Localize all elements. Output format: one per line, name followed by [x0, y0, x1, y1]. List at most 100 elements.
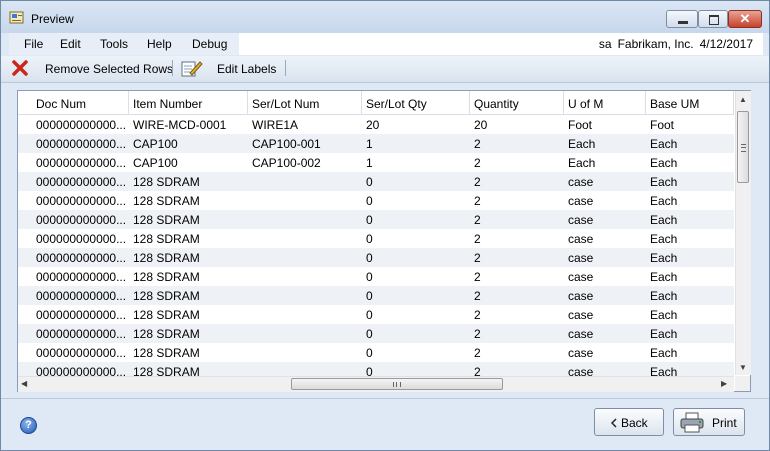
cell-ser-lot-qty: 1: [366, 137, 373, 151]
table-row[interactable]: 000000000000... 128 SDRAM 0 2 case Each: [18, 172, 734, 191]
cell-doc-num: 000000000000...: [36, 175, 127, 189]
minimize-button[interactable]: [666, 10, 698, 28]
red-x-icon: [12, 60, 28, 76]
scroll-down-arrow-icon[interactable]: ▼: [739, 363, 747, 372]
back-button[interactable]: Back: [594, 408, 664, 436]
cell-quantity: 2: [474, 308, 481, 322]
cell-item-number: CAP100: [133, 156, 178, 170]
cell-ser-lot-num: [248, 191, 362, 210]
table-row[interactable]: 000000000000... 128 SDRAM 0 2 case Each: [18, 324, 734, 343]
menu-help[interactable]: Help: [147, 37, 172, 51]
cell-item-number: CAP100: [133, 137, 178, 151]
column-header-base-um[interactable]: Base UM: [646, 91, 734, 114]
cell-base-um: Each: [650, 194, 678, 208]
print-button[interactable]: Print: [673, 408, 745, 436]
cell-doc-num: 000000000000...: [36, 156, 127, 170]
cell-u-of-m: case: [568, 175, 594, 189]
cell-ser-lot-num: CAP100-001: [252, 137, 321, 151]
cell-doc-num: 000000000000...: [36, 213, 127, 227]
close-button[interactable]: ✕: [728, 10, 762, 28]
menu-edit[interactable]: Edit: [60, 37, 81, 51]
cell-base-um: Foot: [650, 118, 675, 132]
table-row[interactable]: 000000000000... WIRE-MCD-0001 WIRE1A 20 20 Fo…: [18, 115, 734, 134]
cell-ser-lot-num: [248, 362, 362, 377]
remove-selected-rows-label: Remove Selected Rows: [45, 62, 174, 76]
cell-u-of-m: Each: [568, 156, 596, 170]
cell-quantity: 2: [474, 213, 481, 227]
menu-debug[interactable]: Debug: [192, 37, 227, 51]
edit-pencil-icon: [181, 61, 203, 77]
cell-doc-num: 000000000000...: [36, 289, 127, 303]
vertical-scrollbar[interactable]: ▲ ▼: [735, 91, 751, 375]
cell-quantity: 2: [474, 156, 481, 170]
edit-labels-button[interactable]: Edit Labels: [180, 59, 280, 79]
cell-u-of-m: Each: [568, 137, 596, 151]
table-row[interactable]: 000000000000... 128 SDRAM 0 2 case Each: [18, 210, 734, 229]
cell-ser-lot-num: [248, 172, 362, 191]
menu-bar: File Edit Tools Help Debug sa Fabrikam, I…: [9, 33, 763, 55]
table-row[interactable]: 000000000000... CAP100 CAP100-002 1 2 Each Eac…: [18, 153, 734, 172]
toolbar-separator: [285, 60, 286, 76]
cell-ser-lot-qty: 0: [366, 175, 373, 189]
menu-tools[interactable]: Tools: [100, 37, 128, 51]
cell-u-of-m: Foot: [568, 118, 593, 132]
scroll-up-arrow-icon[interactable]: ▲: [739, 95, 747, 104]
cell-item-number: 128 SDRAM: [133, 327, 200, 341]
column-header-quantity[interactable]: Quantity: [470, 91, 564, 114]
cell-ser-lot-num: [248, 267, 362, 286]
cell-u-of-m: case: [568, 327, 594, 341]
cell-ser-lot-qty: 0: [366, 194, 373, 208]
table-row[interactable]: 000000000000... 128 SDRAM 0 2 case Each: [18, 191, 734, 210]
cell-ser-lot-num: [248, 248, 362, 267]
cell-item-number: 128 SDRAM: [133, 346, 200, 360]
vertical-scroll-thumb[interactable]: [737, 111, 749, 183]
cell-base-um: Each: [650, 137, 678, 151]
column-header-ser-lot-num[interactable]: Ser/Lot Num: [248, 91, 362, 114]
table-row[interactable]: 000000000000... 128 SDRAM 0 2 case Each: [18, 343, 734, 362]
cell-base-um: Each: [650, 365, 678, 377]
back-button-label: Back: [621, 416, 648, 430]
cell-item-number: 128 SDRAM: [133, 213, 200, 227]
column-header-u-of-m[interactable]: U of M: [564, 91, 646, 114]
cell-doc-num: 000000000000...: [36, 137, 127, 151]
table-row[interactable]: 000000000000... 128 SDRAM 0 2 case Each: [18, 286, 734, 305]
remove-selected-rows-button[interactable]: Remove Selected Rows: [11, 59, 173, 79]
scroll-right-arrow-icon[interactable]: ▶: [721, 379, 727, 388]
column-header-ser-lot-qty[interactable]: Ser/Lot Qty: [362, 91, 470, 114]
scroll-left-arrow-icon[interactable]: ◀: [21, 379, 27, 388]
column-header-item-number[interactable]: Item Number: [129, 91, 248, 114]
horizontal-scroll-thumb[interactable]: [291, 378, 503, 390]
menu-file[interactable]: File: [24, 37, 43, 51]
table-row[interactable]: 000000000000... 128 SDRAM 0 2 case Each: [18, 305, 734, 324]
maximize-button[interactable]: [698, 10, 728, 28]
cell-ser-lot-qty: 0: [366, 308, 373, 322]
cell-base-um: Each: [650, 289, 678, 303]
cell-doc-num: 000000000000...: [36, 270, 127, 284]
horizontal-scrollbar[interactable]: ◀ ▶: [18, 376, 734, 392]
edit-labels-label: Edit Labels: [217, 62, 277, 76]
cell-ser-lot-num: [248, 343, 362, 362]
help-icon[interactable]: ?: [20, 417, 37, 434]
cell-quantity: 2: [474, 289, 481, 303]
cell-ser-lot-qty: 0: [366, 251, 373, 265]
toolbar-separator: [172, 60, 173, 76]
title-bar[interactable]: Preview ✕: [1, 1, 769, 33]
scroll-grip-icon: [393, 382, 401, 387]
table-row[interactable]: 000000000000... 128 SDRAM 0 2 case Each: [18, 362, 734, 377]
cell-item-number: 128 SDRAM: [133, 308, 200, 322]
table-row[interactable]: 000000000000... 128 SDRAM 0 2 case Each: [18, 248, 734, 267]
cell-ser-lot-qty: 0: [366, 327, 373, 341]
table-row[interactable]: 000000000000... CAP100 CAP100-001 1 2 Each Eac…: [18, 134, 734, 153]
cell-ser-lot-num: WIRE1A: [252, 118, 299, 132]
table-row[interactable]: 000000000000... 128 SDRAM 0 2 case Each: [18, 267, 734, 286]
cell-doc-num: 000000000000...: [36, 346, 127, 360]
cell-base-um: Each: [650, 213, 678, 227]
cell-ser-lot-qty: 0: [366, 289, 373, 303]
close-icon: ✕: [739, 11, 751, 26]
cell-quantity: 2: [474, 175, 481, 189]
column-header-doc-num[interactable]: Doc Num: [32, 91, 129, 114]
cell-base-um: Each: [650, 308, 678, 322]
cell-item-number: WIRE-MCD-0001: [133, 118, 227, 132]
table-row[interactable]: 000000000000... 128 SDRAM 0 2 case Each: [18, 229, 734, 248]
minimize-icon: [678, 21, 688, 24]
